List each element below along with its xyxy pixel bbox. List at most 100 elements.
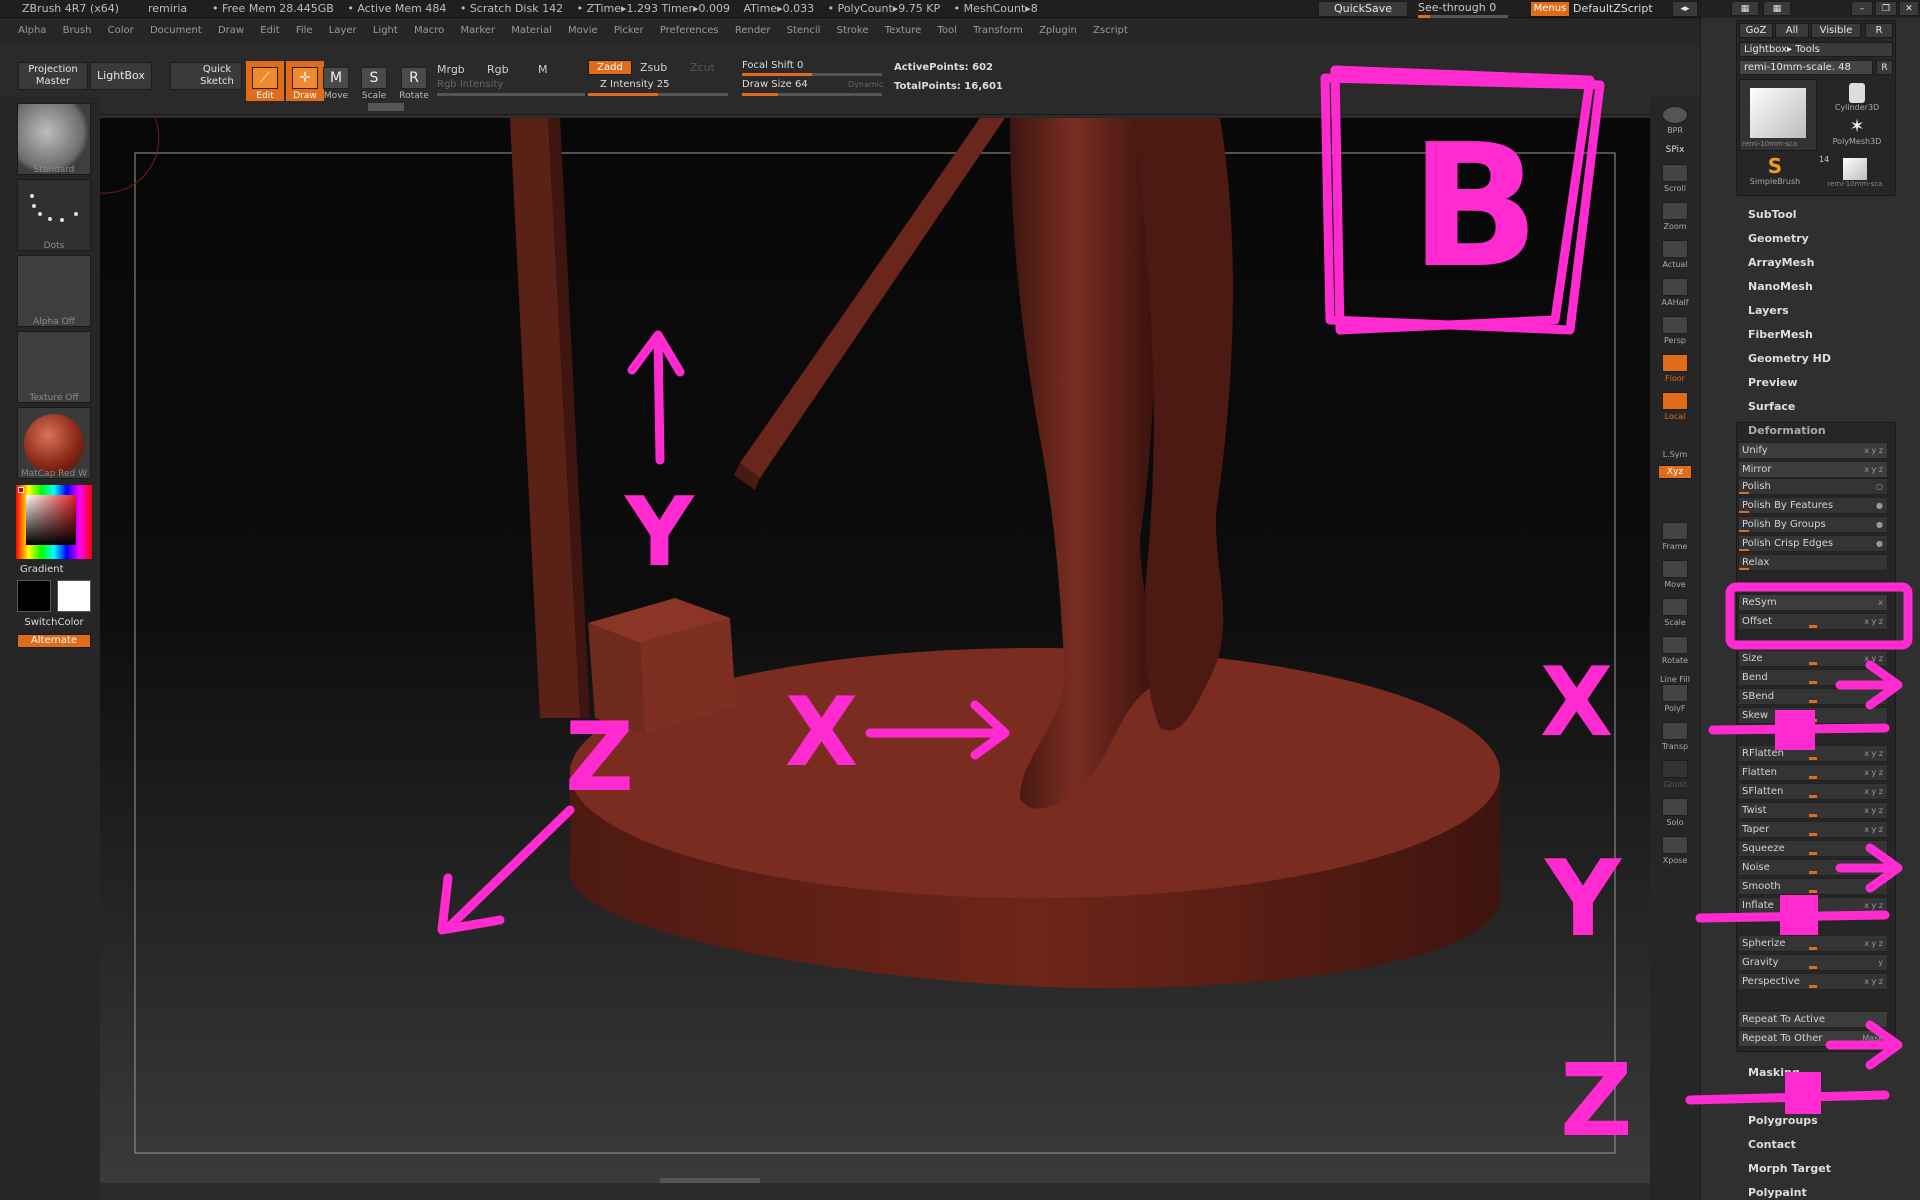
focal-shift-slider[interactable]: Focal Shift 0 xyxy=(742,60,803,71)
transp-button[interactable]: Transp xyxy=(1658,717,1692,751)
menu-arraymesh[interactable]: ArrayMesh xyxy=(1748,256,1814,269)
menu-zplugin[interactable]: Zplugin xyxy=(1039,18,1077,36)
goz-button[interactable]: GoZ xyxy=(1739,23,1773,38)
axis-toggle[interactable]: x y z xyxy=(1864,936,1883,951)
menu-masking[interactable]: Masking xyxy=(1748,1066,1800,1079)
gradient-label[interactable]: Gradient xyxy=(20,564,64,575)
menu-material[interactable]: Material xyxy=(511,18,552,36)
menu-polygroups[interactable]: Polygroups xyxy=(1748,1114,1818,1127)
menu-polypaint[interactable]: Polypaint xyxy=(1748,1186,1807,1199)
lsym-button[interactable]: L.Sym xyxy=(1658,425,1692,459)
noise-slider[interactable]: Noise xyxy=(1738,859,1888,876)
axis-toggle[interactable]: x y z xyxy=(1864,443,1883,458)
menu-edit[interactable]: Edit xyxy=(260,18,279,36)
taper-slider[interactable]: Taper x y z xyxy=(1738,821,1888,838)
toolbar-scroll-handle[interactable] xyxy=(368,103,404,111)
menu-alpha[interactable]: Alpha xyxy=(18,18,46,36)
viewport-scroll-handle[interactable] xyxy=(660,1178,760,1183)
axis-toggle[interactable]: x y z xyxy=(1864,822,1883,837)
relax-slider[interactable]: Relax xyxy=(1738,554,1888,571)
scale-view-button[interactable]: Scale xyxy=(1658,593,1692,627)
perspective-slider[interactable]: Perspective x y z xyxy=(1738,973,1888,990)
move-view-button[interactable]: Move xyxy=(1658,555,1692,589)
menu-fibermesh[interactable]: FiberMesh xyxy=(1748,328,1813,341)
axis-toggle[interactable]: x y z xyxy=(1864,784,1883,799)
alternate-button[interactable]: Alternate xyxy=(17,634,91,648)
rgb-button[interactable]: Rgb xyxy=(487,63,509,76)
unify-button[interactable]: Unify x y z xyxy=(1738,442,1888,459)
zadd-button[interactable]: Zadd xyxy=(588,60,632,75)
menu-tool[interactable]: Tool xyxy=(938,18,957,36)
minimize-icon[interactable]: – xyxy=(1851,1,1873,16)
visible-button[interactable]: Visible xyxy=(1811,23,1861,38)
mirror-button[interactable]: Mirror x y z xyxy=(1738,461,1888,478)
local-button[interactable]: Local xyxy=(1658,387,1692,421)
tool-thumb-main[interactable]: remi-10mm-sca xyxy=(1739,79,1817,151)
xyz-button[interactable]: Xyz xyxy=(1658,465,1692,479)
scale-button[interactable]: S Scale xyxy=(355,61,393,101)
bend-slider[interactable]: Bend xyxy=(1738,669,1888,686)
rgb-intensity-slider[interactable]: Rgb Intensity xyxy=(437,79,503,90)
repeat-to-other-button[interactable]: Repeat To Other Mask xyxy=(1738,1030,1888,1047)
menu-picker[interactable]: Picker xyxy=(614,18,644,36)
menu-nanomesh[interactable]: NanoMesh xyxy=(1748,280,1813,293)
offset-slider[interactable]: Offset x y z xyxy=(1738,613,1888,630)
axis-toggle[interactable]: y xyxy=(1878,955,1883,970)
sbend-slider[interactable]: SBend xyxy=(1738,688,1888,705)
rflatten-slider[interactable]: RFlatten x y z xyxy=(1738,745,1888,762)
twist-slider[interactable]: Twist x y z xyxy=(1738,802,1888,819)
quick-sketch-button[interactable]: Quick Sketch xyxy=(170,62,242,90)
zcut-button[interactable]: Zcut xyxy=(690,61,715,74)
menu-layer[interactable]: Layer xyxy=(329,18,357,36)
menu-draw[interactable]: Draw xyxy=(218,18,244,36)
restore-icon[interactable]: ❐ xyxy=(1875,1,1897,16)
menu-surface[interactable]: Surface xyxy=(1748,400,1795,413)
primary-color-swatch[interactable] xyxy=(17,580,51,612)
menu-geometry-hd[interactable]: Geometry HD xyxy=(1748,352,1831,365)
spix-slider[interactable]: SPix xyxy=(1658,135,1692,155)
menu-brush[interactable]: Brush xyxy=(63,18,92,36)
axis-toggle[interactable]: x y z xyxy=(1864,651,1883,666)
zoom-button[interactable]: Zoom xyxy=(1658,197,1692,231)
squeeze-slider[interactable]: Squeeze xyxy=(1738,840,1888,857)
menu-file[interactable]: File xyxy=(296,18,313,36)
resym-button[interactable]: ReSym x xyxy=(1738,594,1888,611)
default-zscript[interactable]: DefaultZScript xyxy=(1573,2,1653,15)
menu-marker[interactable]: Marker xyxy=(460,18,495,36)
solo-button[interactable]: Solo xyxy=(1658,793,1692,827)
lightbox-tools-button[interactable]: Lightbox▸ Tools xyxy=(1739,42,1893,57)
mask-toggle[interactable]: Mask xyxy=(1862,1031,1883,1046)
quicksave-button[interactable]: QuickSave xyxy=(1318,1,1408,17)
dynamic-toggle[interactable]: Dynamic xyxy=(848,80,883,89)
edit-button[interactable]: ⟋ Edit xyxy=(246,61,284,101)
size-slider[interactable]: Size x y z xyxy=(1738,650,1888,667)
menu-morph-target[interactable]: Morph Target xyxy=(1748,1162,1831,1175)
repeat-to-active-button[interactable]: Repeat To Active xyxy=(1738,1011,1888,1028)
mrgb-button[interactable]: Mrgb xyxy=(437,63,465,76)
projection-master-button[interactable]: Projection Master xyxy=(18,62,88,90)
polish-features-slider[interactable]: Polish By Features ● xyxy=(1738,497,1888,514)
menu-zscript[interactable]: Zscript xyxy=(1093,18,1128,36)
polish-slider[interactable]: Polish ○ xyxy=(1738,478,1888,495)
tray-icon-button[interactable]: ▦ xyxy=(1731,1,1759,16)
menu-preferences[interactable]: Preferences xyxy=(660,18,719,36)
move-button[interactable]: M Move xyxy=(317,61,355,101)
axis-toggle[interactable]: x y z xyxy=(1864,765,1883,780)
axis-toggle[interactable]: x xyxy=(1878,595,1883,610)
actual-button[interactable]: Actual xyxy=(1658,235,1692,269)
tool-thumb-remi[interactable]: 14 remi-10mm-sca xyxy=(1817,155,1893,193)
switchcolor-button[interactable]: SwitchColor xyxy=(17,617,91,631)
frame-button[interactable]: Frame xyxy=(1658,517,1692,551)
secondary-color-swatch[interactable] xyxy=(57,580,91,612)
rotate-view-button[interactable]: Rotate xyxy=(1658,631,1692,665)
tool-thumb-cylinder[interactable]: Cylinder3D xyxy=(1821,79,1893,115)
axis-toggle[interactable]: x y z xyxy=(1864,898,1883,913)
menu-light[interactable]: Light xyxy=(373,18,398,36)
menu-layers[interactable]: Layers xyxy=(1748,304,1789,317)
axis-toggle[interactable]: x y z xyxy=(1864,462,1883,477)
skew-slider[interactable]: Skew xyxy=(1738,707,1888,724)
axis-toggle[interactable]: x y z xyxy=(1864,614,1883,629)
color-picker[interactable] xyxy=(16,485,92,559)
draw-size-slider[interactable]: Draw Size 64 xyxy=(742,79,808,90)
xpose-button[interactable]: Xpose xyxy=(1658,831,1692,865)
